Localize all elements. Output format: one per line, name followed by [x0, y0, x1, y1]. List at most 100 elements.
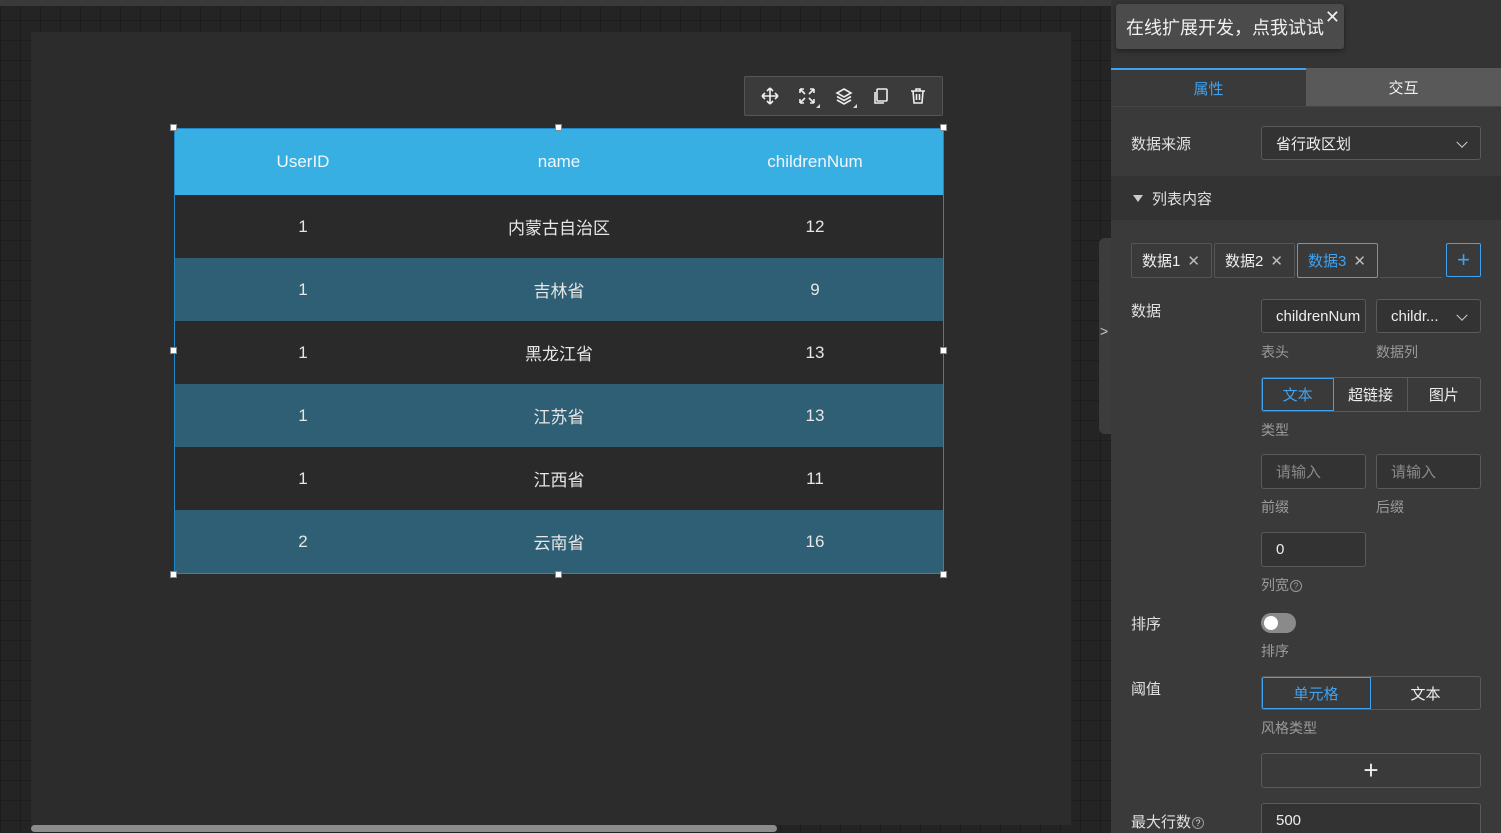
- chip-label: 数据1: [1142, 253, 1181, 270]
- extension-tooltip[interactable]: 在线扩展开发，点我试试 ✕: [1116, 4, 1344, 49]
- resize-handle-top-right[interactable]: [940, 124, 947, 131]
- table-cell: 吉林省: [533, 282, 585, 301]
- data-source-select[interactable]: 省行政区划: [1261, 126, 1481, 160]
- max-rows-text: 最大行数: [1131, 814, 1192, 831]
- header-sub-label: 表头: [1261, 344, 1289, 360]
- tab-properties[interactable]: 属性: [1111, 68, 1306, 106]
- resize-handle-bottom-left[interactable]: [170, 571, 177, 578]
- chip-label: 数据3: [1308, 253, 1347, 270]
- section-title: 列表内容: [1152, 190, 1213, 208]
- max-rows-input[interactable]: 500: [1261, 803, 1481, 833]
- table-row: 1 内蒙古自治区 12: [175, 195, 943, 258]
- table-row: 1 吉林省 9: [175, 258, 943, 321]
- resize-handle-top-left[interactable]: [170, 124, 177, 131]
- column-width-input[interactable]: 0: [1261, 532, 1366, 567]
- prefix-input[interactable]: 请输入: [1261, 454, 1366, 489]
- horizontal-scrollbar[interactable]: [31, 825, 777, 832]
- table-cell: 12: [805, 216, 825, 236]
- type-segmented: 文本 超链接 图片: [1261, 377, 1481, 412]
- table-cell: 9: [810, 279, 820, 299]
- column-width-sub-label: 列宽?: [1261, 575, 1302, 595]
- dropdown-corner-icon: [815, 104, 820, 108]
- table-row: 1 江西省 11: [175, 447, 943, 510]
- suffix-sub-label: 后缀: [1376, 499, 1404, 515]
- table-cell: 13: [805, 405, 825, 425]
- help-icon[interactable]: ?: [1290, 580, 1302, 593]
- layers-icon[interactable]: [829, 81, 859, 111]
- table-row: 2 云南省 16: [175, 510, 943, 573]
- column-sub-label: 数据列: [1376, 344, 1418, 360]
- table-cell: 2: [298, 531, 308, 551]
- resize-handle-bottom-right[interactable]: [940, 571, 947, 578]
- column-width-text: 列宽: [1261, 577, 1289, 593]
- data-chip-3[interactable]: 数据3 ✕: [1297, 243, 1378, 278]
- table-cell: 13: [805, 342, 825, 362]
- table-cell: 江苏省: [533, 408, 585, 427]
- type-option-text[interactable]: 文本: [1262, 378, 1335, 411]
- style-option-text[interactable]: 文本: [1371, 677, 1480, 709]
- table-cell: 1: [298, 405, 308, 425]
- chevron-right-icon[interactable]: >: [1100, 323, 1108, 339]
- section-list-content[interactable]: 列表内容: [1111, 176, 1501, 220]
- close-icon[interactable]: ✕: [1270, 252, 1283, 270]
- add-data-button[interactable]: +: [1446, 243, 1481, 277]
- tooltip-text: 在线扩展开发，点我试试: [1126, 17, 1324, 38]
- dropdown-corner-icon: [852, 104, 857, 108]
- max-rows-label: 最大行数?: [1131, 811, 1205, 832]
- prefix-sub-label: 前缀: [1261, 499, 1289, 515]
- add-threshold-button[interactable]: +: [1261, 753, 1481, 788]
- sort-sub-label: 排序: [1261, 643, 1289, 659]
- data-source-label: 数据来源: [1131, 136, 1192, 153]
- table-row: 1 黑龙江省 13: [175, 321, 943, 384]
- table-cell: 11: [806, 468, 824, 488]
- fullscreen-icon[interactable]: [792, 81, 822, 111]
- chip-underline: [1380, 277, 1442, 278]
- header-cell-childrennum: childrenNum: [767, 152, 863, 171]
- close-icon[interactable]: ✕: [1353, 252, 1366, 270]
- suffix-input[interactable]: 请输入: [1376, 454, 1481, 489]
- divider: [1111, 106, 1501, 107]
- style-segmented: 单元格 文本: [1261, 676, 1481, 710]
- caret-down-icon: [1133, 194, 1143, 202]
- table-cell: 16: [805, 531, 825, 551]
- table-cell: 江西省: [533, 471, 585, 490]
- style-option-cell[interactable]: 单元格: [1262, 677, 1371, 709]
- resize-handle-bottom[interactable]: [555, 571, 562, 578]
- delete-icon[interactable]: [903, 81, 933, 111]
- column-select[interactable]: childr...: [1376, 299, 1481, 333]
- style-sub-label: 风格类型: [1261, 720, 1317, 736]
- data-chip-2[interactable]: 数据2 ✕: [1214, 243, 1295, 278]
- table-cell: 1: [298, 279, 308, 299]
- sort-label: 排序: [1131, 616, 1162, 633]
- type-sub-label: 类型: [1261, 422, 1289, 438]
- resize-handle-left[interactable]: [170, 347, 177, 354]
- move-icon[interactable]: [755, 81, 785, 111]
- copy-icon[interactable]: [866, 81, 896, 111]
- chip-label: 数据2: [1225, 253, 1264, 270]
- header-cell-name: name: [537, 152, 581, 171]
- type-option-image[interactable]: 图片: [1408, 378, 1480, 411]
- data-chip-1[interactable]: 数据1 ✕: [1131, 243, 1212, 278]
- resize-handle-top[interactable]: [555, 124, 562, 131]
- table-row: 1 江苏省 13: [175, 384, 943, 447]
- data-label: 数据: [1131, 303, 1162, 320]
- header-input[interactable]: childrenNum: [1261, 299, 1366, 333]
- type-option-link[interactable]: 超链接: [1334, 378, 1408, 411]
- table-cell: 1: [298, 342, 308, 362]
- tab-interaction[interactable]: 交互: [1306, 68, 1501, 106]
- table-header: UserID name childrenNum: [175, 129, 943, 195]
- chevron-down-icon: [1456, 309, 1468, 321]
- threshold-label: 阈值: [1131, 681, 1162, 698]
- close-icon[interactable]: ✕: [1187, 252, 1200, 270]
- close-icon[interactable]: ✕: [1325, 7, 1340, 28]
- column-value: childr...: [1391, 307, 1439, 325]
- table-widget[interactable]: UserID name childrenNum 1 内蒙古自治区 12 1 吉林…: [174, 128, 944, 574]
- table-cell: 云南省: [533, 534, 585, 553]
- sort-toggle[interactable]: [1261, 613, 1296, 633]
- data-source-value: 省行政区划: [1276, 135, 1352, 153]
- app-root: UserID name childrenNum 1 内蒙古自治区 12 1 吉林…: [0, 0, 1501, 833]
- table-cell: 1: [298, 216, 308, 236]
- resize-handle-right[interactable]: [940, 347, 947, 354]
- help-icon[interactable]: ?: [1192, 817, 1205, 830]
- panel-tabs: 属性 交互: [1111, 68, 1501, 106]
